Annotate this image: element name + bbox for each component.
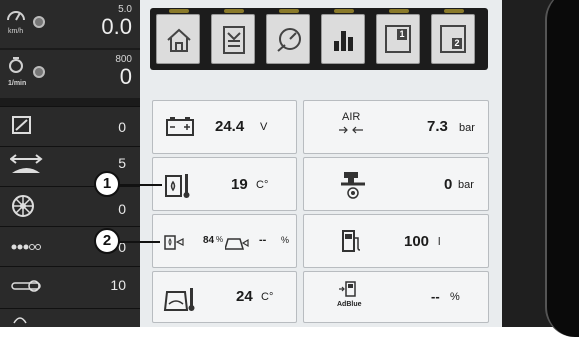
air-pressure-value: 7.3: [427, 118, 448, 135]
hydraulic-oil-tile[interactable]: 84 % -- %: [152, 214, 297, 268]
wheel-value: 0: [118, 201, 126, 217]
air-label: AIR: [342, 111, 361, 123]
fuel-pump-icon: [342, 230, 361, 252]
sprayer-width-value: 5: [118, 155, 126, 171]
speed-gauge: km/h 5.0 0.0: [0, 0, 140, 48]
adblue-unit: %: [450, 291, 460, 303]
page-1-icon: 1: [385, 25, 411, 53]
air-pressure-unit: bar: [459, 122, 475, 134]
display-bezel: [545, 0, 579, 337]
fuel-level-value: 100: [404, 233, 430, 250]
air-arrows-icon: [339, 126, 363, 134]
coolant-temp-value: 19: [231, 176, 248, 193]
statistics-button[interactable]: [321, 9, 365, 64]
callout-2-line: [118, 241, 160, 243]
led-indicator: [444, 9, 464, 13]
speedometer-icon: [7, 11, 25, 21]
oil-temp-icon: [163, 288, 195, 311]
page-1-button[interactable]: 1: [376, 9, 420, 64]
speed-unit: km/h: [8, 28, 24, 35]
adblue-pump-icon: [339, 281, 356, 297]
oil-temp-value: 24: [236, 288, 253, 305]
slope-value: 0: [118, 119, 126, 135]
slope-row[interactable]: 0: [0, 106, 140, 146]
chain-row[interactable]: 10: [0, 266, 140, 308]
hydraulic-tank-icon: [164, 235, 184, 250]
rpm-indicator-icon: [33, 66, 45, 78]
rpm-value: 0: [119, 64, 132, 89]
led-indicator: [334, 9, 354, 13]
coolant-temp-unit: C°: [256, 179, 269, 191]
hydraulic-unit: %: [281, 235, 290, 245]
hydraulic-percent-unit: %: [216, 235, 224, 244]
home-icon: [167, 28, 191, 52]
adblue-value: --: [431, 289, 440, 304]
top-toolbar: 1 2: [150, 8, 488, 70]
hydraulic-percent: 84: [203, 235, 215, 246]
oil-temp-tile[interactable]: 24 C°: [152, 271, 297, 323]
fuel-level-tile[interactable]: 100 l: [303, 214, 489, 268]
adblue-label: AdBlue: [337, 301, 362, 308]
rpm-unit: 1/min: [8, 80, 27, 87]
page-1-number: 1: [397, 29, 407, 40]
wheel-row[interactable]: 0: [0, 186, 140, 226]
battery-voltage-tile[interactable]: 24.4 V: [152, 100, 297, 154]
callout-1: 1: [94, 171, 120, 197]
speed-indicator-icon: [33, 16, 45, 28]
adblue-level-tile[interactable]: AdBlue -- %: [303, 271, 489, 323]
brake-pressure-value: 0: [444, 176, 453, 193]
battery-value: 24.4: [215, 118, 245, 135]
menu-icon: [223, 26, 245, 54]
sprayer-width-icon: [10, 154, 43, 173]
chain-value: 10: [110, 277, 126, 293]
left-status-panel: km/h 5.0 0.0 1/min 800 0 0 5 0 0 10: [0, 0, 140, 327]
engine-rpm-icon: [9, 57, 23, 73]
callout-1-line: [118, 184, 162, 186]
air-pressure-tile[interactable]: AIR 7.3 bar: [303, 100, 489, 154]
timer-icon: [277, 28, 301, 52]
page-2-button[interactable]: 2: [431, 9, 475, 64]
oil-filter-icon: [225, 238, 249, 250]
rpm-gauge: 1/min 800 0: [0, 50, 140, 98]
speed-value: 0.0: [101, 14, 132, 39]
hydraulic-value: --: [259, 234, 267, 246]
chain-icon: [11, 280, 41, 292]
timer-button[interactable]: [266, 9, 310, 64]
page-2-icon: 2: [440, 25, 466, 53]
home-button[interactable]: [156, 9, 200, 64]
extra-row[interactable]: [0, 308, 140, 327]
brake-pressure-icon: [341, 172, 365, 199]
callout-2: 2: [94, 228, 120, 254]
fuel-level-unit: l: [438, 236, 441, 248]
page-2-number: 2: [452, 38, 462, 49]
slope-icon: [12, 116, 31, 134]
menu-button[interactable]: [211, 9, 255, 64]
bar-chart-icon: [334, 31, 353, 51]
brake-pressure-unit: bar: [458, 179, 474, 191]
oil-temp-unit: C°: [261, 291, 274, 303]
battery-icon: [166, 117, 194, 136]
dots-icon: [11, 244, 41, 250]
led-indicator: [389, 9, 409, 13]
coolant-temp-tile[interactable]: 19 C°: [152, 157, 297, 211]
led-indicator: [224, 9, 244, 13]
led-indicator: [279, 9, 299, 13]
wheel-icon: [12, 195, 34, 217]
battery-unit: V: [260, 121, 268, 133]
led-indicator: [169, 9, 189, 13]
extra-icon: [13, 317, 27, 324]
brake-pressure-tile[interactable]: 0 bar: [303, 157, 489, 211]
coolant-temp-icon: [165, 174, 190, 198]
